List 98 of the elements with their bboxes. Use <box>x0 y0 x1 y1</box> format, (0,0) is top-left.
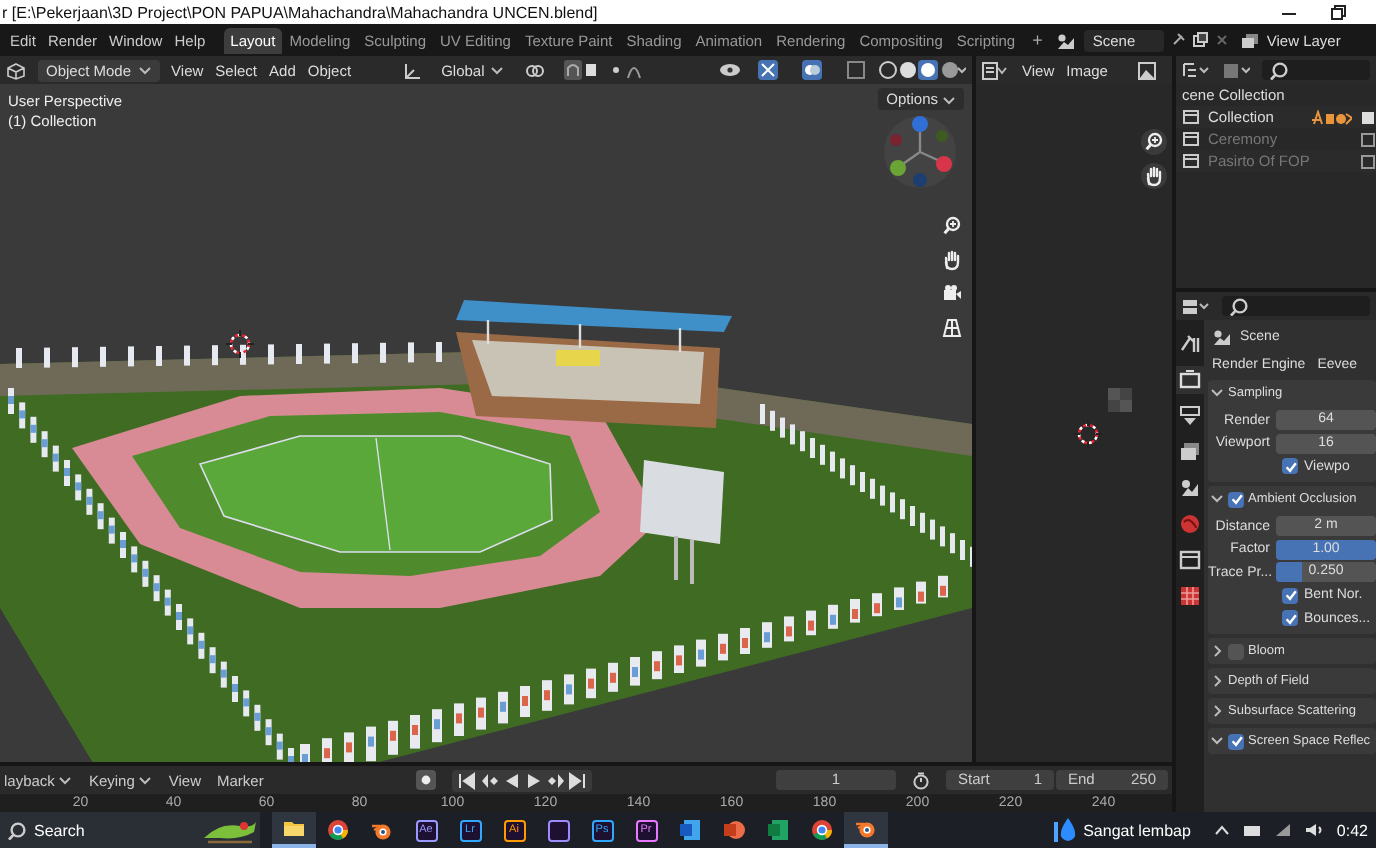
editor-type-icon[interactable] <box>982 61 1010 79</box>
chevron-down-icon <box>942 93 956 105</box>
axes-icon[interactable] <box>403 61 422 79</box>
exclude-checkbox-icon[interactable] <box>1360 153 1376 169</box>
grid-icon[interactable] <box>938 314 966 342</box>
world-icon <box>1178 512 1202 536</box>
snap-icon[interactable] <box>564 60 597 80</box>
chevron-down-icon[interactable] <box>1210 386 1224 400</box>
chevron-down-icon[interactable] <box>1210 734 1224 748</box>
checkbox[interactable] <box>1228 643 1244 659</box>
object-types-icon <box>1312 109 1352 125</box>
properties-tab[interactable] <box>1176 582 1204 610</box>
chevron-down-icon <box>58 774 73 786</box>
3d-cursor-icon <box>226 330 254 358</box>
checkbox[interactable] <box>1282 587 1298 603</box>
powerpoint-icon[interactable] <box>722 818 746 842</box>
search-field[interactable] <box>1222 296 1370 316</box>
chevron-down-icon <box>137 64 152 76</box>
properties-tab[interactable] <box>1176 474 1204 502</box>
check-icon <box>1283 459 1297 473</box>
2d-cursor-icon <box>1074 420 1102 448</box>
jump-end-icon[interactable] <box>567 771 586 789</box>
chevron-up-icon[interactable] <box>1214 824 1231 836</box>
search-icon <box>6 820 26 840</box>
search-icon <box>1268 60 1288 80</box>
navigation-gizmo-icon[interactable] <box>880 112 960 192</box>
render-icon <box>1178 368 1202 392</box>
app-icon[interactable] <box>547 819 569 841</box>
chrome-icon[interactable] <box>810 818 834 842</box>
scene-icon <box>1178 476 1202 500</box>
xray-icon[interactable] <box>846 60 866 80</box>
clock-text[interactable]: 0:42 <box>1336 821 1368 839</box>
display-mode-icon[interactable] <box>1182 61 1210 79</box>
chevron-down-icon <box>138 774 153 786</box>
checkbox[interactable] <box>1282 610 1298 626</box>
scene-icon <box>1212 327 1232 345</box>
excel-icon[interactable] <box>766 818 790 842</box>
view-layer-icon <box>1178 440 1202 464</box>
copy-icon[interactable] <box>1192 32 1209 48</box>
properties-tab[interactable] <box>1176 330 1204 358</box>
check-icon <box>1229 492 1243 506</box>
next-keyframe-icon[interactable] <box>545 771 564 789</box>
network-icon[interactable] <box>1242 822 1263 838</box>
word-icon[interactable] <box>678 818 702 842</box>
weather-text[interactable]: Sangat lembap <box>1083 821 1191 839</box>
stopwatch-icon[interactable] <box>912 771 930 789</box>
add-workspace-button[interactable]: + <box>1022 30 1053 50</box>
chevron-down-icon[interactable] <box>1210 492 1224 506</box>
volume-icon[interactable] <box>1304 822 1325 838</box>
water-drop-icon[interactable] <box>1053 816 1078 844</box>
properties-tab[interactable] <box>1176 546 1204 574</box>
wifi-icon[interactable] <box>1274 822 1293 838</box>
jump-start-icon[interactable] <box>457 771 476 789</box>
editor-type-icon[interactable] <box>1182 297 1210 315</box>
search-field[interactable]: Search <box>0 812 260 848</box>
previous-keyframe-icon[interactable] <box>479 771 498 789</box>
exclude-checkbox-icon[interactable] <box>1360 131 1376 147</box>
pin-icon[interactable] <box>1170 32 1187 48</box>
properties-tab[interactable] <box>1176 402 1204 430</box>
checkbox[interactable] <box>1282 458 1298 474</box>
search-field[interactable] <box>1262 60 1370 80</box>
filter-icon[interactable] <box>1222 61 1250 79</box>
output-icon <box>1178 404 1202 428</box>
properties-tab[interactable] <box>1176 366 1204 394</box>
properties-tab[interactable] <box>1176 438 1204 466</box>
hand-icon[interactable] <box>1140 162 1168 190</box>
chevron-down-icon <box>490 64 505 76</box>
tool-icon <box>1178 332 1202 356</box>
view-layer-icon[interactable] <box>1240 31 1261 49</box>
collection-icon <box>1178 548 1202 572</box>
checkbox[interactable] <box>1228 491 1244 507</box>
record-button-icon[interactable] <box>415 770 436 790</box>
zoom-icon[interactable] <box>938 212 966 240</box>
search-icon <box>1228 296 1248 316</box>
shading-icon[interactable] <box>878 60 966 80</box>
scene-icon[interactable] <box>1056 31 1079 49</box>
zoom-icon[interactable] <box>1140 128 1168 156</box>
texture-icon <box>1178 584 1202 608</box>
blender-icon[interactable] <box>854 816 878 840</box>
collection-icon <box>1182 130 1200 148</box>
blender-icon[interactable] <box>370 818 394 842</box>
cube-icon[interactable] <box>6 61 26 79</box>
visibility-icon[interactable] <box>718 60 746 80</box>
folder-icon[interactable] <box>282 816 306 840</box>
collection-icon <box>1182 108 1200 126</box>
checkbox[interactable] <box>1228 733 1244 749</box>
exclude-checkbox-icon[interactable] <box>1360 109 1376 125</box>
collection-icon <box>1182 152 1200 170</box>
chevron-right-icon[interactable] <box>1210 674 1224 688</box>
play-reverse-icon[interactable] <box>501 771 520 789</box>
checker-icon <box>1108 388 1132 412</box>
chrome-icon[interactable] <box>326 818 350 842</box>
window-title: r [E:\Pekerjaan\3D Project\PON PAPUA\Mahachandra\Mahachandra UNCEN.blend] <box>2 3 600 21</box>
check-icon <box>1229 734 1243 748</box>
chevron-right-icon[interactable] <box>1210 704 1224 718</box>
maximize-icon[interactable] <box>1330 3 1348 21</box>
play-icon[interactable] <box>523 771 542 789</box>
chevron-right-icon[interactable] <box>1210 644 1224 658</box>
